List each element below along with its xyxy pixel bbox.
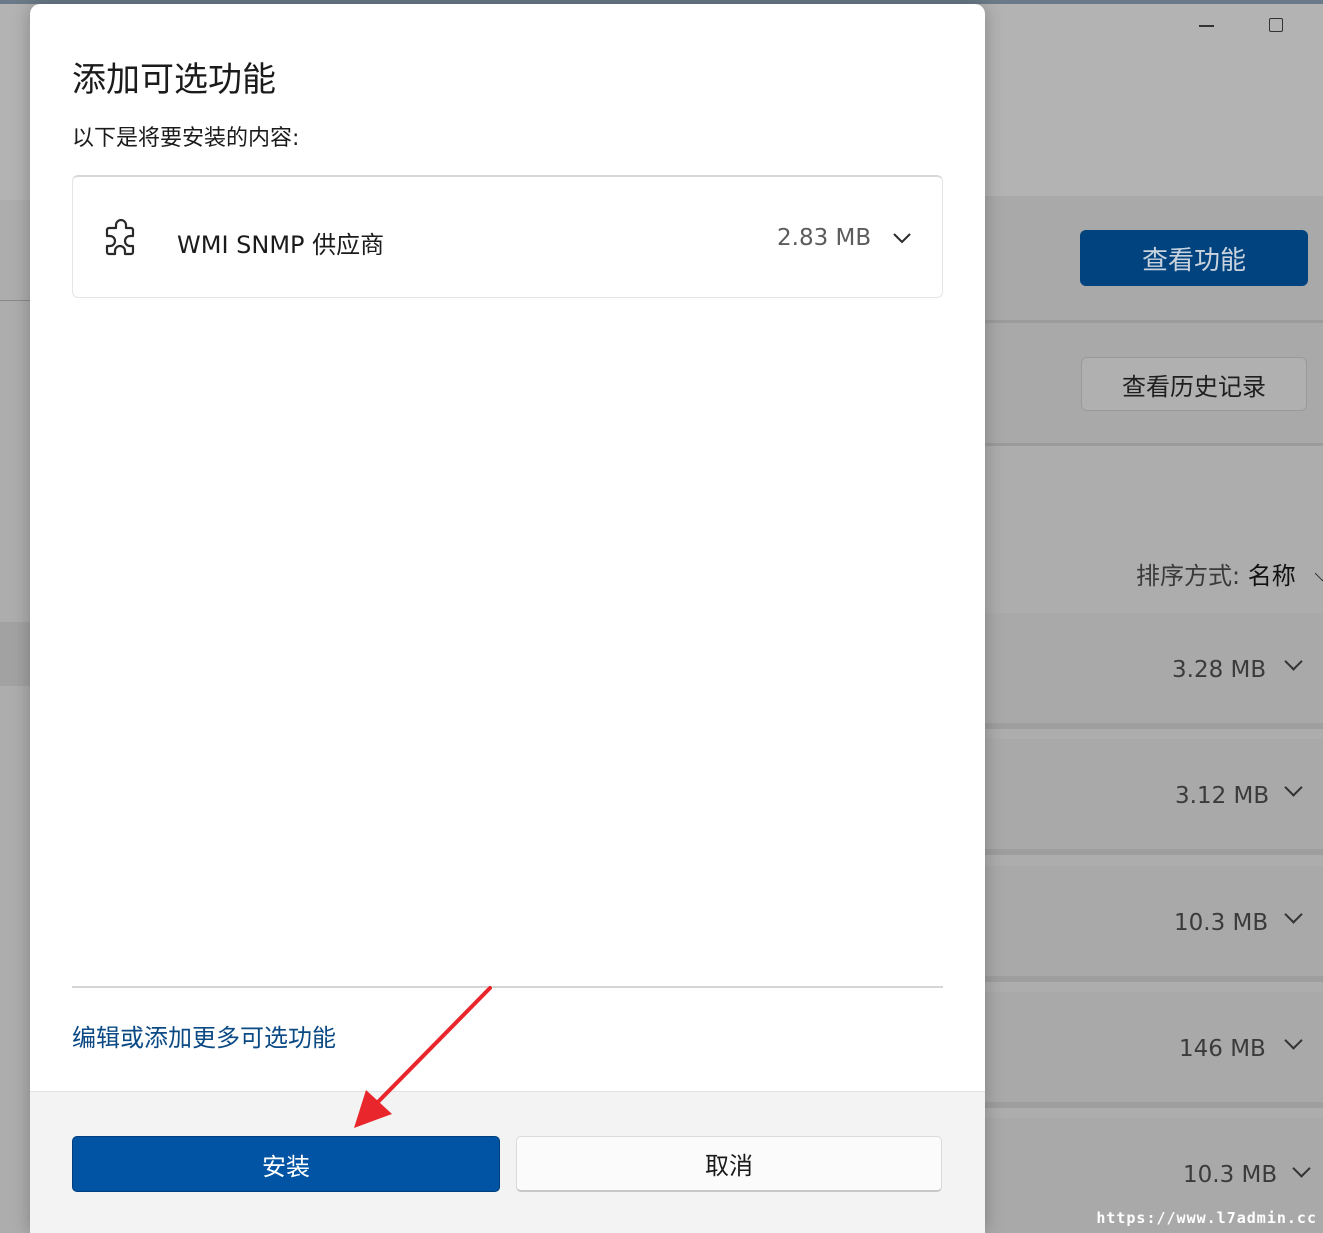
chevron-down-icon[interactable] <box>893 229 911 244</box>
installed-feature-row[interactable]: 146 MB <box>985 992 1323 1108</box>
background-band <box>0 622 30 686</box>
maximize-icon[interactable] <box>1266 14 1288 36</box>
feature-size: 146 MB <box>1179 1036 1266 1062</box>
view-features-button[interactable]: 查看功能 <box>1080 230 1308 286</box>
feature-size: 3.28 MB <box>1172 657 1267 683</box>
puzzle-icon <box>103 218 139 257</box>
dialog-subtitle: 以下是将要安装的内容: <box>72 126 300 151</box>
edit-more-features-link[interactable]: 编辑或添加更多可选功能 <box>72 1018 336 1053</box>
background-divider <box>0 300 30 301</box>
feature-name: WMI SNMP 供应商 <box>177 231 385 259</box>
feature-list-item[interactable]: WMI SNMP 供应商 2.83 MB <box>72 175 943 298</box>
dialog-title: 添加可选功能 <box>72 60 276 100</box>
feature-size: 3.12 MB <box>1175 783 1270 809</box>
chevron-down-icon[interactable] <box>1292 1159 1311 1178</box>
add-optional-features-dialog: 添加可选功能 以下是将要安装的内容: WMI SNMP 供应商 2.83 MB … <box>30 4 985 1233</box>
installed-feature-row[interactable]: 3.28 MB <box>985 613 1323 729</box>
install-button[interactable]: 安装 <box>72 1136 500 1192</box>
divider <box>72 986 943 988</box>
sort-dropdown[interactable]: 排序方式: 名称 <box>1136 556 1323 591</box>
chevron-down-icon[interactable] <box>1284 1031 1303 1050</box>
cancel-button[interactable]: 取消 <box>516 1136 942 1192</box>
sort-value: 名称 <box>1247 562 1296 590</box>
feature-size: 10.3 MB <box>1183 1162 1278 1188</box>
sort-label: 排序方式: <box>1136 562 1241 590</box>
chevron-down-icon[interactable] <box>1284 905 1303 924</box>
chevron-down-icon[interactable] <box>1284 652 1303 671</box>
chevron-down-icon <box>1315 565 1323 582</box>
feature-size: 10.3 MB <box>1174 910 1269 936</box>
installed-feature-row[interactable]: 10.3 MB <box>985 866 1323 982</box>
view-history-button[interactable]: 查看历史记录 <box>1081 357 1307 411</box>
minimize-icon[interactable] <box>1196 14 1218 36</box>
dialog-footer: 安装 取消 <box>30 1091 985 1233</box>
watermark: https://www.l7admin.cc <box>1096 1209 1317 1227</box>
installed-feature-row[interactable]: 3.12 MB <box>985 739 1323 855</box>
chevron-down-icon[interactable] <box>1284 778 1303 797</box>
feature-size: 2.83 MB <box>777 225 872 251</box>
